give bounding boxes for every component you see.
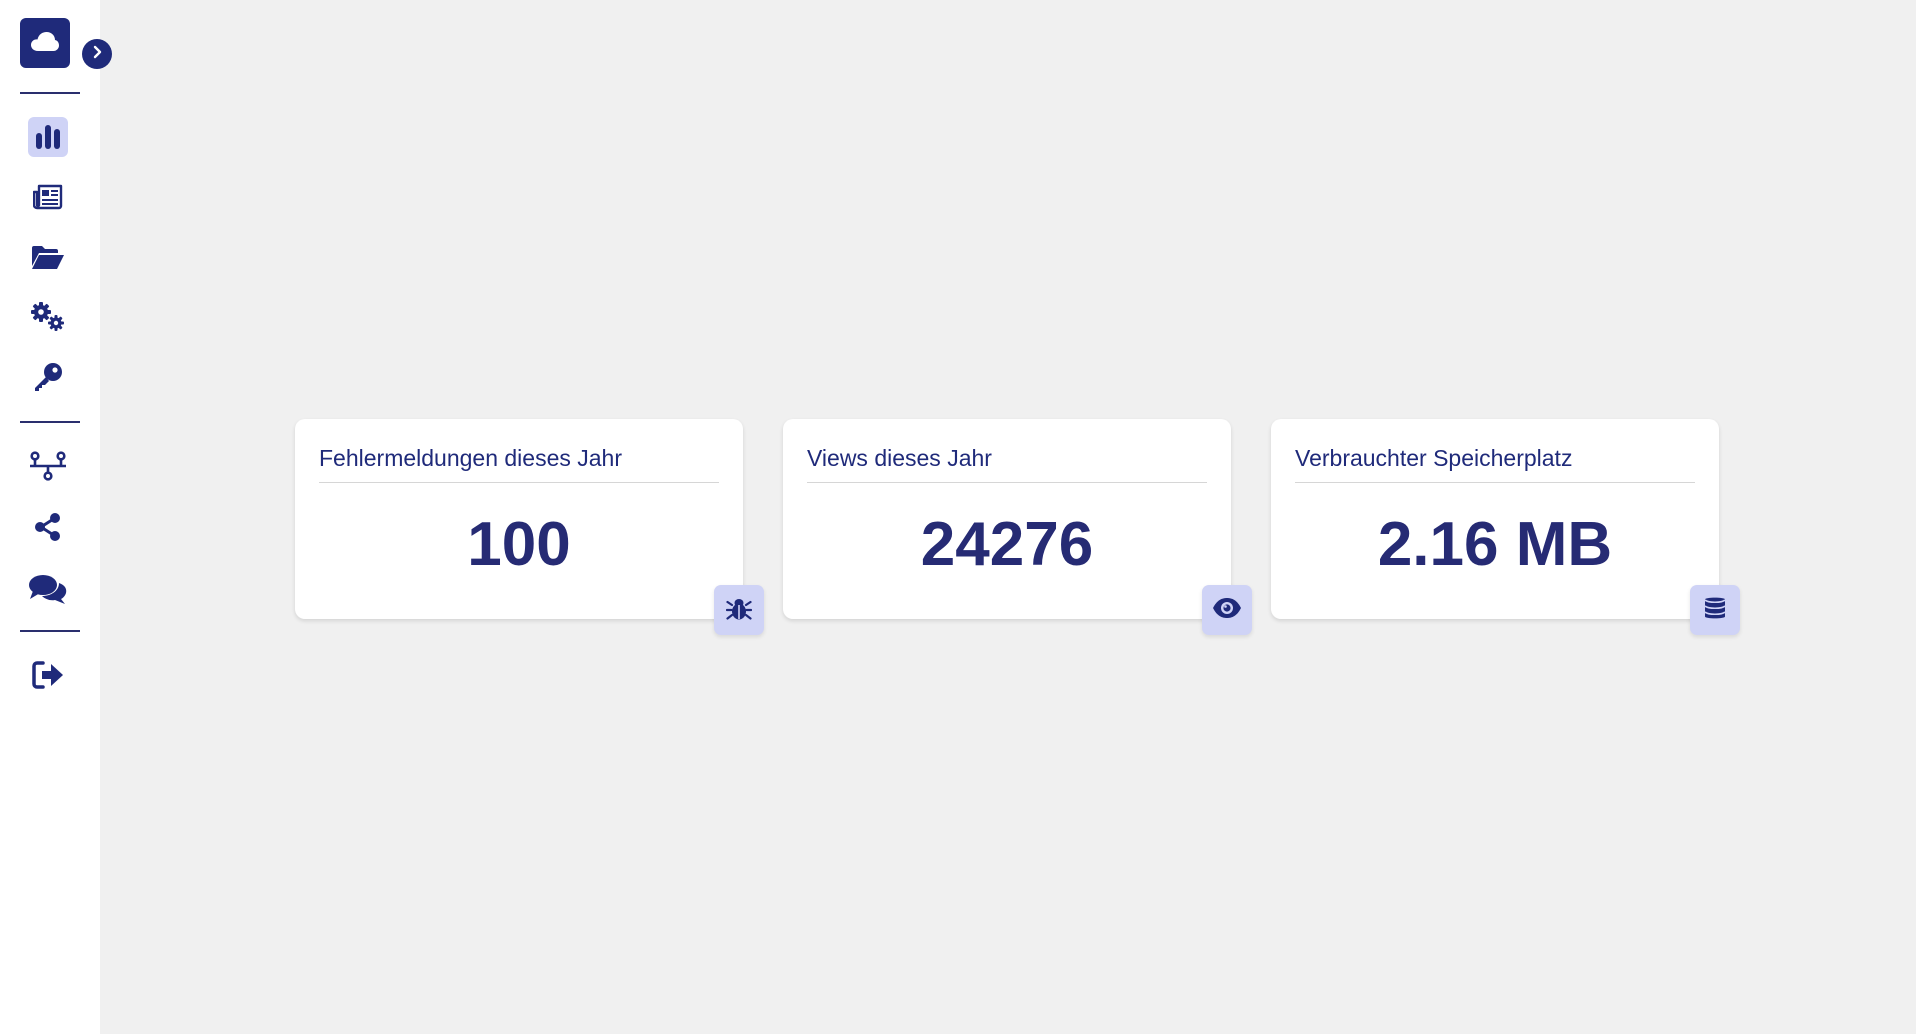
- sidebar-item-files[interactable]: [28, 237, 68, 277]
- stat-card-value: 100: [467, 510, 571, 579]
- sidebar-item-api-keys[interactable]: [28, 357, 68, 397]
- sidebar-item-share[interactable]: [28, 507, 68, 547]
- bug-icon: [725, 595, 753, 626]
- newspaper-icon: [33, 184, 63, 210]
- sidebar-item-comments[interactable]: [28, 569, 68, 609]
- bar-chart-icon: [34, 123, 62, 151]
- sidebar-divider: [20, 630, 80, 632]
- sidebar-item-network[interactable]: [28, 446, 68, 486]
- sidebar-item-statistics[interactable]: [28, 117, 68, 157]
- stat-card-value: 24276: [920, 510, 1094, 579]
- sidebar-divider: [20, 421, 80, 423]
- network-wired-icon: [29, 451, 67, 481]
- share-icon: [33, 512, 63, 542]
- stat-card-icon-box: [1690, 585, 1740, 635]
- stat-card-storage: Verbrauchter Speicherplatz 2.16 MB: [1271, 419, 1740, 635]
- sign-out-icon: [32, 660, 64, 690]
- chevron-right-icon: [90, 45, 104, 64]
- app-logo[interactable]: [20, 18, 70, 68]
- stat-card-value: 2.16 MB: [1377, 510, 1613, 579]
- sidebar-item-news[interactable]: [28, 177, 68, 217]
- comments-icon: [28, 573, 68, 605]
- sidebar-item-settings[interactable]: [28, 297, 68, 337]
- key-icon: [32, 361, 64, 393]
- stat-card-views: Views dieses Jahr 24276: [783, 419, 1252, 635]
- sidebar: [0, 0, 100, 1034]
- stat-card-icon-box: [714, 585, 764, 635]
- sidebar-toggle-button[interactable]: [82, 39, 112, 69]
- gears-icon: [29, 301, 67, 333]
- stat-card-title: Verbrauchter Speicherplatz: [1295, 445, 1695, 483]
- database-icon: [1704, 595, 1726, 626]
- sidebar-item-logout[interactable]: [28, 655, 68, 695]
- stat-card-errors: Fehlermeldungen dieses Jahr 100: [295, 419, 764, 635]
- stat-card-title: Fehlermeldungen dieses Jahr: [319, 445, 719, 483]
- cloud-icon: [30, 30, 60, 57]
- stat-card-icon-box: [1202, 585, 1252, 635]
- eye-icon: [1212, 597, 1242, 624]
- main-content: Fehlermeldungen dieses Jahr 100 Views di…: [100, 0, 1916, 1034]
- stat-card-title: Views dieses Jahr: [807, 445, 1207, 483]
- sidebar-divider: [20, 92, 80, 94]
- folder-open-icon: [31, 244, 65, 270]
